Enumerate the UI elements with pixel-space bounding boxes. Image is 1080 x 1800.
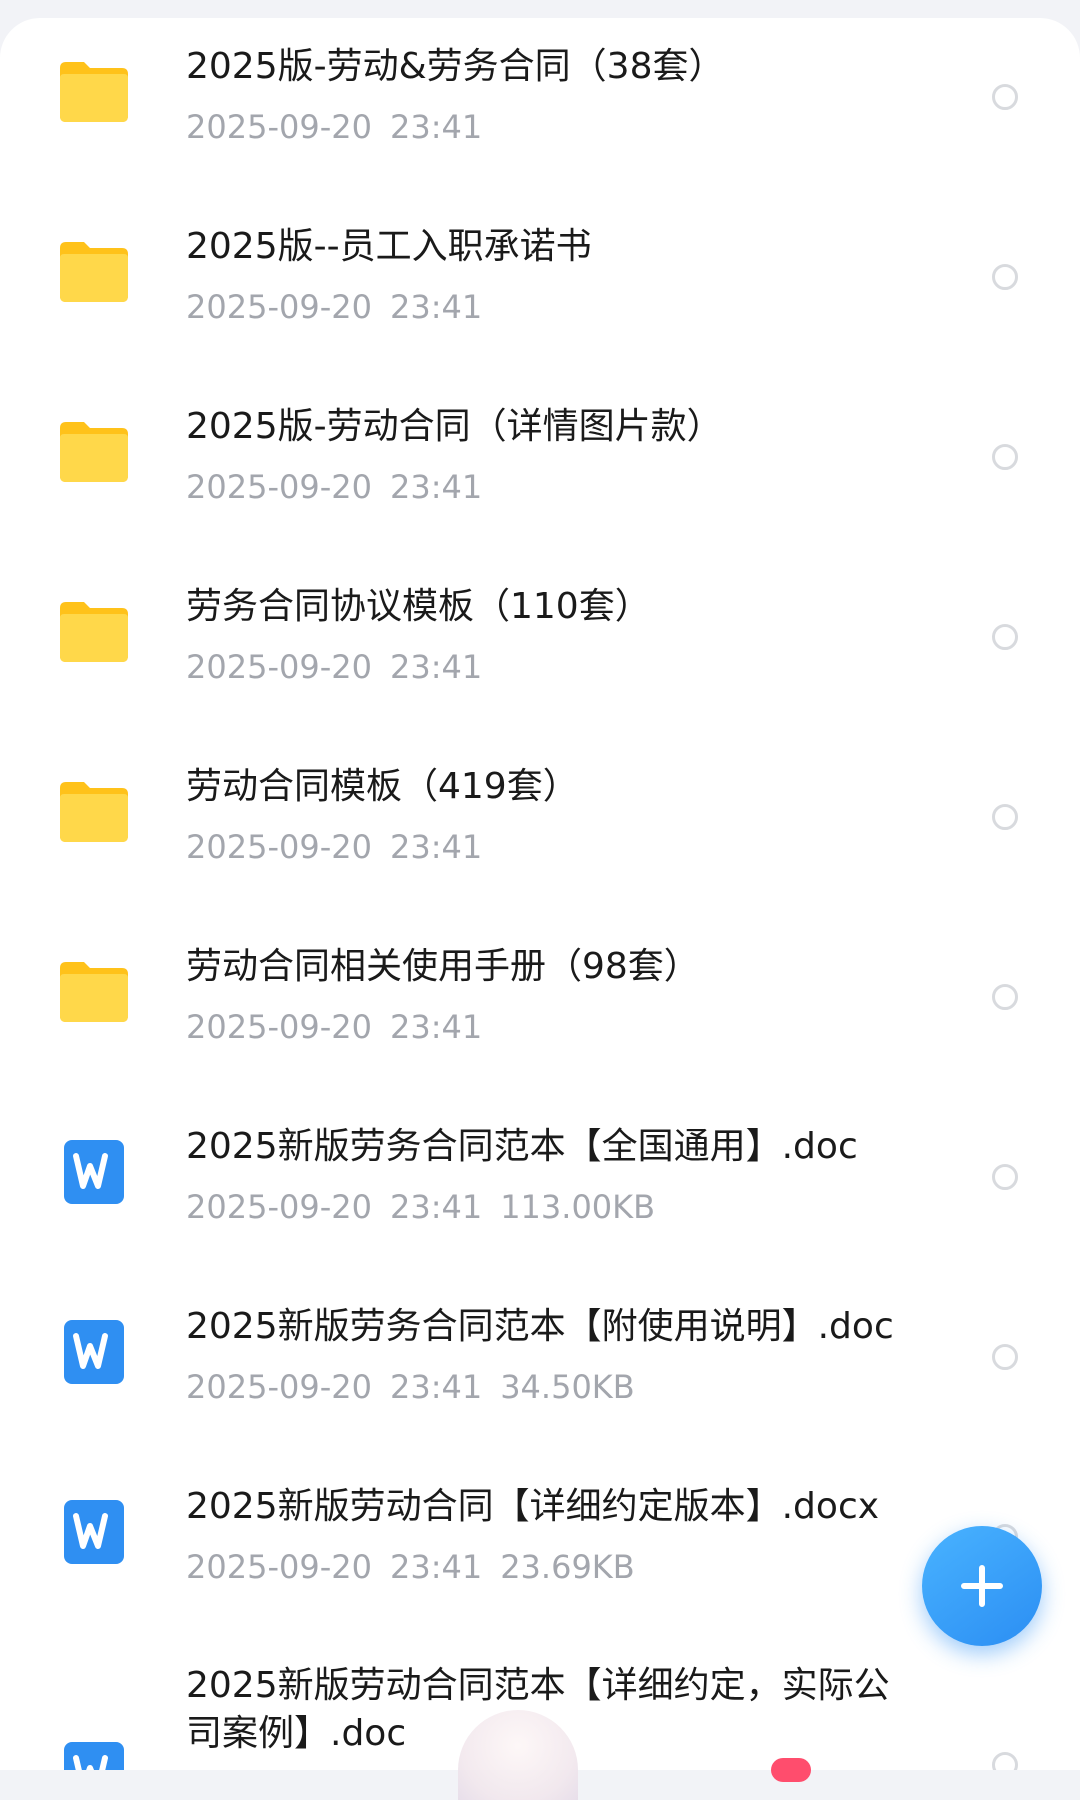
file-date: 2025-09-20 xyxy=(186,828,372,866)
folder-icon xyxy=(56,954,132,1030)
file-time: 23:41 xyxy=(389,1548,483,1586)
list-item[interactable]: 劳动合同模板（419套） 2025-09-20 23:41 xyxy=(0,738,1080,918)
folder-icon xyxy=(56,414,132,490)
file-size: 23.69KB xyxy=(500,1548,635,1586)
folder-icon xyxy=(56,594,132,670)
file-list-sheet: 2025版-劳动&劳务合同（38套） 2025-09-20 23:41 2025版… xyxy=(0,18,1080,1770)
file-date: 2025-09-20 xyxy=(186,108,372,146)
file-meta: 2025-09-20 23:41 23.69KB xyxy=(186,1548,635,1586)
list-item[interactable]: 2025新版劳动合同【详细约定版本】.docx 2025-09-20 23:41 2… xyxy=(0,1458,1080,1638)
notification-badge xyxy=(771,1758,811,1782)
file-time: 23:41 xyxy=(389,828,483,866)
list-item[interactable]: 2025版-劳动合同（详情图片款） 2025-09-20 23:41 xyxy=(0,378,1080,558)
file-date: 2025-09-20 xyxy=(186,1368,372,1406)
list-item[interactable]: 2025版-劳动&劳务合同（38套） 2025-09-20 23:41 xyxy=(0,18,1080,198)
add-button[interactable] xyxy=(922,1526,1042,1646)
select-radio[interactable] xyxy=(992,444,1018,470)
file-time: 23:41 xyxy=(389,288,483,326)
select-radio[interactable] xyxy=(992,804,1018,830)
select-radio[interactable] xyxy=(992,624,1018,650)
select-radio[interactable] xyxy=(992,1344,1018,1370)
word-document-icon xyxy=(56,1314,132,1390)
file-meta: 2025-09-20 23:41 113.00KB xyxy=(186,1188,655,1226)
list-item[interactable]: 2025新版劳务合同范本【附使用说明】.doc 2025-09-20 23:41 3… xyxy=(0,1278,1080,1458)
word-document-icon xyxy=(56,1134,132,1210)
file-size: 113.00KB xyxy=(500,1188,656,1226)
file-time: 23:41 xyxy=(389,1008,483,1046)
select-radio[interactable] xyxy=(992,1164,1018,1190)
folder-icon xyxy=(56,774,132,850)
file-name: 2025版-劳动合同（详情图片款） xyxy=(186,406,723,447)
file-time: 23:41 xyxy=(389,468,483,506)
list-item[interactable]: 2025版--员工入职承诺书 2025-09-20 23:41 xyxy=(0,198,1080,378)
file-date: 2025-09-20 xyxy=(186,1008,372,1046)
file-meta: 2025-09-20 23:41 xyxy=(186,108,482,146)
select-radio[interactable] xyxy=(992,984,1018,1010)
select-radio[interactable] xyxy=(992,264,1018,290)
file-meta: 2025-09-20 23:41 xyxy=(186,648,482,686)
list-item[interactable]: 劳务合同协议模板（110套） 2025-09-20 23:41 xyxy=(0,558,1080,738)
file-meta: 2025-09-20 23:41 xyxy=(186,828,482,866)
file-meta: 2025-09-20 23:41 xyxy=(186,1008,482,1046)
file-name: 2025新版劳务合同范本【全国通用】.doc xyxy=(186,1126,858,1167)
file-date: 2025-09-20 xyxy=(186,1188,372,1226)
select-radio[interactable] xyxy=(992,84,1018,110)
file-name: 2025版-劳动&劳务合同（38套） xyxy=(186,46,725,87)
file-name: 劳动合同模板（419套） xyxy=(186,766,579,807)
list-item[interactable]: 2025新版劳务合同范本【全国通用】.doc 2025-09-20 23:41 11… xyxy=(0,1098,1080,1278)
file-date: 2025-09-20 xyxy=(186,468,372,506)
file-time: 23:41 xyxy=(389,648,483,686)
file-time: 23:41 xyxy=(389,108,483,146)
word-document-icon xyxy=(56,1736,132,1770)
file-name: 2025新版劳务合同范本【附使用说明】.doc xyxy=(186,1306,894,1347)
file-meta: 2025-09-20 23:41 34.50KB xyxy=(186,1368,635,1406)
file-name: 劳动合同相关使用手册（98套） xyxy=(186,946,700,987)
file-meta: 2025-09-20 23:41 xyxy=(186,468,482,506)
folder-icon xyxy=(56,54,132,130)
file-name: 2025新版劳动合同【详细约定版本】.docx xyxy=(186,1486,880,1527)
file-date: 2025-09-20 xyxy=(186,1548,372,1586)
list-item[interactable]: 劳动合同相关使用手册（98套） 2025-09-20 23:41 xyxy=(0,918,1080,1098)
file-time: 23:41 xyxy=(389,1188,483,1226)
file-date: 2025-09-20 xyxy=(186,288,372,326)
word-document-icon xyxy=(56,1494,132,1570)
folder-icon xyxy=(56,234,132,310)
file-date: 2025-09-20 xyxy=(186,648,372,686)
file-size: 34.50KB xyxy=(500,1368,635,1406)
file-meta: 2025-09-20 23:41 xyxy=(186,288,482,326)
file-time: 23:41 xyxy=(389,1368,483,1406)
file-name: 2025版--员工入职承诺书 xyxy=(186,226,592,267)
file-name: 劳务合同协议模板（110套） xyxy=(186,586,651,627)
select-radio[interactable] xyxy=(992,1752,1018,1770)
plus-icon xyxy=(961,1565,1003,1607)
